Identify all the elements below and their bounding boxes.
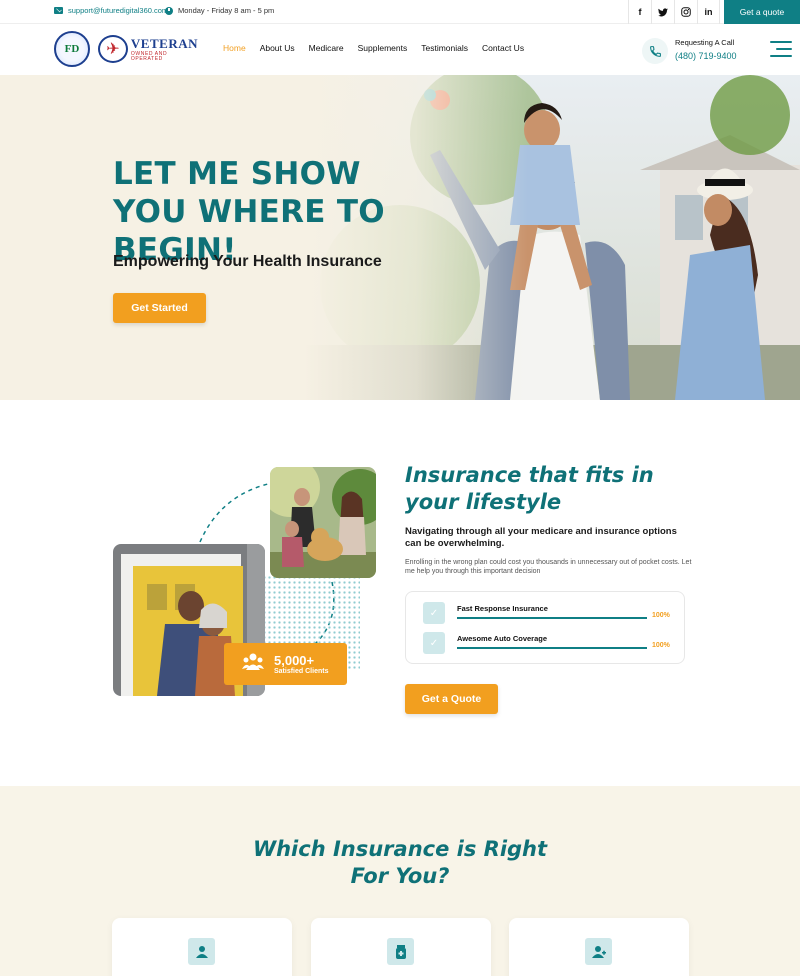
user-plus-icon <box>585 938 612 965</box>
medicine-bottle-icon <box>387 938 414 965</box>
insurance-card[interactable] <box>311 918 491 976</box>
check-icon: ✓ <box>423 602 445 624</box>
insurance-card[interactable] <box>509 918 689 976</box>
nav-testimonials[interactable]: Testimonials <box>421 43 468 53</box>
top-bar: support@futuredigital360.com Monday - Fr… <box>0 0 800 24</box>
lifestyle-section: 5,000+ Satisfied Clients Insurance that … <box>0 400 800 786</box>
hero-title: LET ME SHOW YOU WHERE TO BEGIN! <box>113 156 385 268</box>
nav-supplements[interactable]: Supplements <box>358 43 408 53</box>
nav-medicare[interactable]: Medicare <box>309 43 344 53</box>
insurance-card[interactable] <box>112 918 292 976</box>
facebook-icon[interactable]: f <box>628 0 651 24</box>
main-nav: Home About Us Medicare Supplements Testi… <box>223 43 524 53</box>
lifestyle-lead: Navigating through all your medicare and… <box>405 526 677 549</box>
insurance-section: Which Insurance is Right For You? <box>0 786 800 976</box>
doctor-icon <box>188 938 215 965</box>
skill-row: ✓ Fast Response Insurance 100% <box>423 602 678 624</box>
star-icon: ✈ <box>98 35 128 63</box>
skill-progress-fill <box>457 647 647 649</box>
hero-section: LET ME SHOW YOU WHERE TO BEGIN! Empoweri… <box>0 75 800 400</box>
skill-progress-track <box>457 647 647 649</box>
people-icon <box>242 653 264 676</box>
email-text: support@futuredigital360.com <box>68 6 169 15</box>
linkedin-icon[interactable]: in <box>697 0 720 24</box>
veteran-logo-title: VETERAN <box>130 35 198 51</box>
check-icon: ✓ <box>423 632 445 654</box>
nav-contact-us[interactable]: Contact Us <box>482 43 524 53</box>
lifestyle-body: Enrolling in the wrong plan could cost y… <box>405 559 692 575</box>
nav-home[interactable]: Home <box>223 43 246 53</box>
nav-about-us[interactable]: About Us <box>260 43 295 53</box>
phone-number-link[interactable]: (480) 719-9400 <box>675 51 737 61</box>
clients-label: Satisfied Clients <box>274 667 329 675</box>
skill-progress-fill <box>457 617 647 619</box>
fd-logo[interactable]: FD <box>54 31 90 67</box>
clients-count: 5,000+ <box>274 652 315 668</box>
twitter-icon[interactable] <box>651 0 674 24</box>
skill-percent: 100% <box>652 612 670 619</box>
business-hours: Monday - Friday 8 am - 5 pm <box>165 6 274 15</box>
skill-row: ✓ Awesome Auto Coverage 100% <box>423 632 678 654</box>
coverage-skills-box: ✓ Fast Response Insurance 100% ✓ Awesome… <box>405 591 685 664</box>
instagram-icon[interactable] <box>674 0 697 24</box>
hours-text: Monday - Friday 8 am - 5 pm <box>178 6 275 15</box>
hero-subtitle: Empowering Your Health Insurance <box>113 253 382 270</box>
get-started-button[interactable]: Get Started <box>113 293 206 323</box>
skill-percent: 100% <box>652 642 670 649</box>
skill-label: Awesome Auto Coverage <box>457 634 548 643</box>
veteran-logo[interactable]: ✈ VETERAN OWNED AND OPERATED <box>98 34 198 64</box>
clock-icon <box>165 6 173 15</box>
get-quote-top-button[interactable]: Get a quote <box>724 0 800 24</box>
skill-label: Fast Response Insurance <box>457 604 548 613</box>
hamburger-menu-icon[interactable] <box>770 41 792 62</box>
veteran-logo-subtitle: OWNED AND OPERATED <box>130 50 168 62</box>
insurance-title: Which Insurance is Right For You? <box>252 837 548 888</box>
contact-email[interactable]: support@futuredigital360.com <box>54 6 168 15</box>
satisfied-clients-badge: 5,000+ Satisfied Clients <box>224 643 347 685</box>
family-with-dog-photo <box>270 467 376 578</box>
call-label: Requesting A Call <box>675 38 735 47</box>
skill-progress-track <box>457 617 647 619</box>
mail-icon <box>54 7 63 14</box>
phone-icon[interactable] <box>642 38 668 64</box>
get-a-quote-button[interactable]: Get a Quote <box>405 684 498 714</box>
lifestyle-title: Insurance that fits in your lifestyle <box>405 463 654 514</box>
social-links: f in <box>628 0 720 24</box>
fd-logo-text: FD <box>64 43 80 55</box>
site-header: FD ✈ VETERAN OWNED AND OPERATED Home Abo… <box>0 24 800 75</box>
